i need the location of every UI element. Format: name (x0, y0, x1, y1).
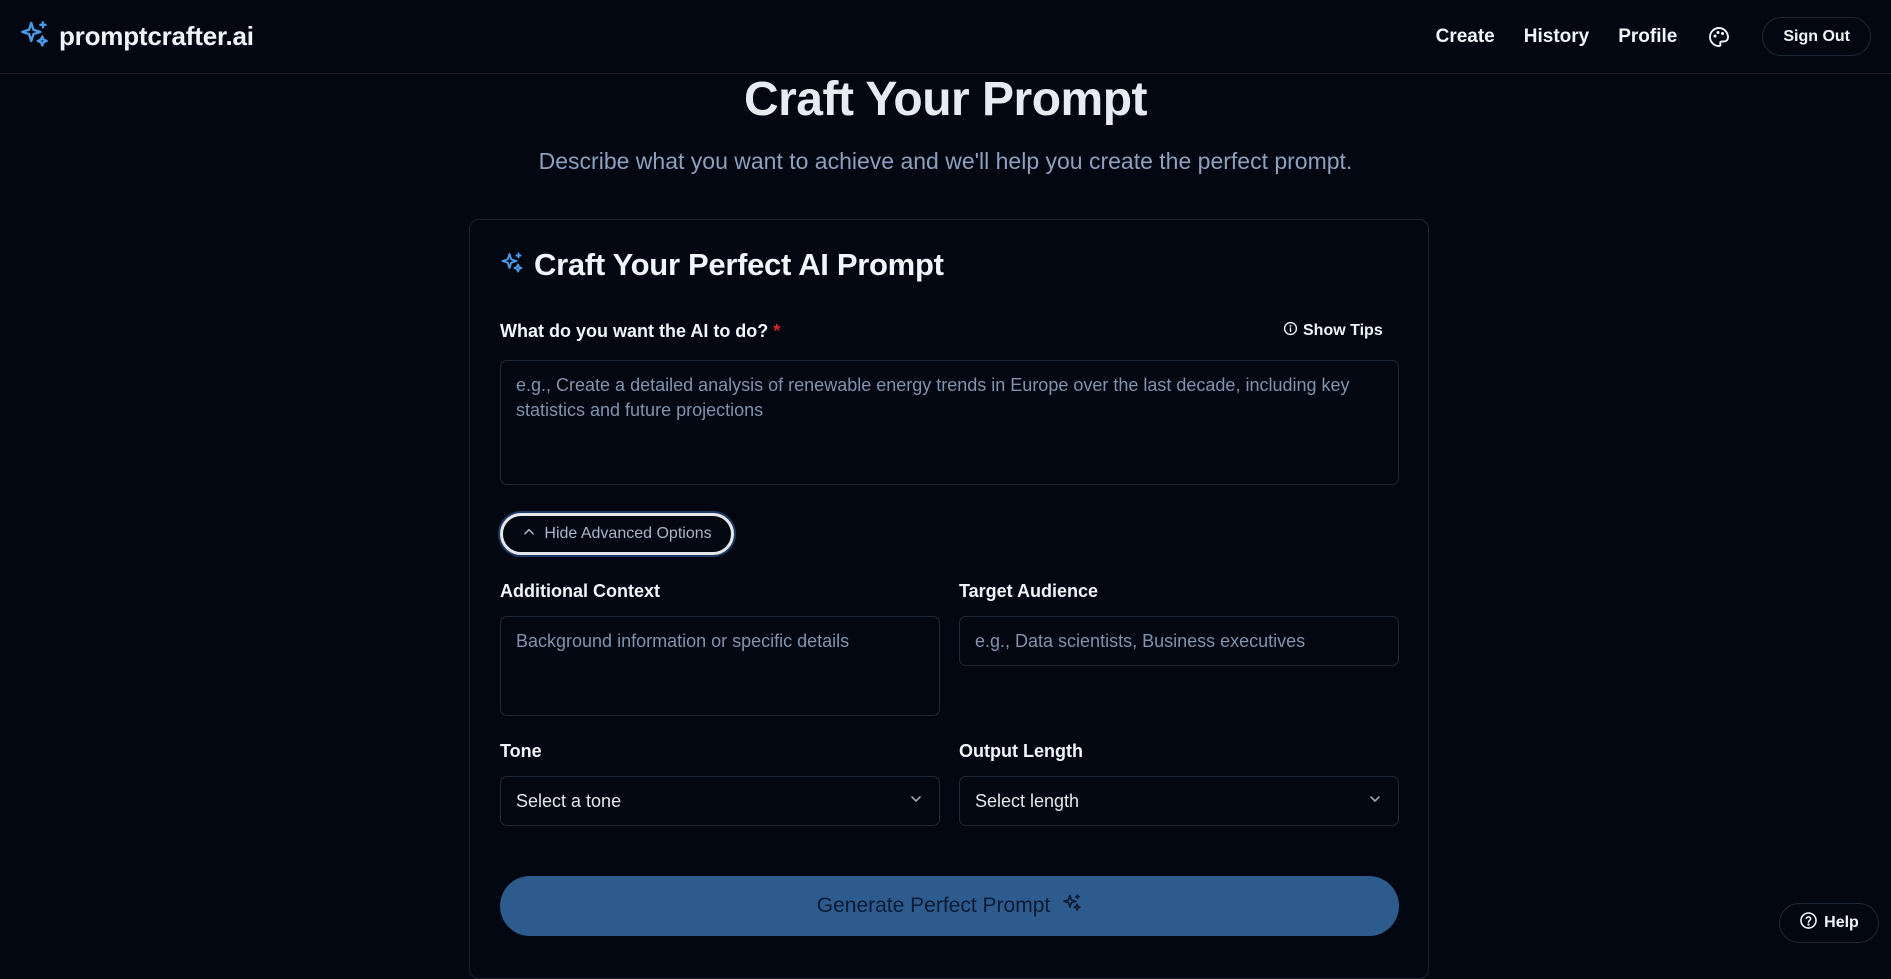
tone-select[interactable]: Select a tone (500, 776, 940, 826)
palette-icon[interactable] (1706, 24, 1732, 50)
hide-advanced-options-button[interactable]: Hide Advanced Options (500, 513, 734, 555)
show-tips-button[interactable]: Show Tips (1283, 321, 1383, 341)
main-task-label: What do you want the AI to do? * (500, 321, 780, 342)
generate-prompt-label: Generate Perfect Prompt (816, 894, 1051, 917)
main-task-label-text: What do you want the AI to do? (500, 321, 769, 341)
card-header: Craft Your Perfect AI Prompt (500, 247, 944, 283)
task-description-textarea[interactable] (500, 360, 1399, 485)
chevron-down-icon (1367, 791, 1383, 812)
nav-menu: Create History Profile Sign Out (1436, 17, 1871, 56)
nav-link-history[interactable]: History (1524, 26, 1589, 48)
page-subtitle: Describe what you want to achieve and we… (538, 148, 1353, 174)
top-navbar: promptcrafter.ai Create History Profile … (0, 0, 1891, 74)
help-label: Help (1824, 914, 1859, 931)
sign-out-button[interactable]: Sign Out (1762, 17, 1871, 56)
output-length-select-value: Select length (975, 790, 1080, 811)
page-title: Craft Your Prompt (743, 73, 1148, 126)
brand-logo[interactable]: promptcrafter.ai (19, 19, 254, 55)
tone-select-value: Select a tone (516, 790, 622, 811)
generate-prompt-button[interactable]: Generate Perfect Prompt (500, 876, 1399, 936)
form-title: Craft Your Perfect AI Prompt (534, 247, 944, 282)
required-asterisk: * (773, 321, 781, 341)
help-circle-icon (1799, 911, 1818, 935)
wand-sparkles-icon (1062, 893, 1082, 919)
output-length-select[interactable]: Select length (959, 776, 1399, 826)
output-length-label: Output Length (959, 741, 1083, 761)
chevron-down-icon (908, 791, 924, 812)
show-tips-label: Show Tips (1303, 322, 1383, 339)
sparkles-icon (19, 19, 50, 55)
target-audience-input[interactable] (959, 616, 1399, 666)
nav-link-create[interactable]: Create (1436, 26, 1495, 48)
prompt-form-card: Craft Your Perfect AI Prompt What do you… (469, 219, 1429, 979)
tone-label: Tone (500, 741, 542, 761)
target-audience-label: Target Audience (959, 581, 1099, 601)
chevron-up-icon (522, 525, 536, 544)
sparkles-icon (500, 251, 524, 280)
nav-link-profile[interactable]: Profile (1618, 26, 1677, 48)
hide-advanced-options-label: Hide Advanced Options (544, 525, 712, 542)
brand-name: promptcrafter.ai (59, 21, 254, 51)
additional-context-label: Additional Context (500, 581, 660, 601)
info-icon (1283, 321, 1298, 341)
additional-context-textarea[interactable] (500, 616, 940, 716)
help-button[interactable]: Help (1779, 903, 1879, 943)
